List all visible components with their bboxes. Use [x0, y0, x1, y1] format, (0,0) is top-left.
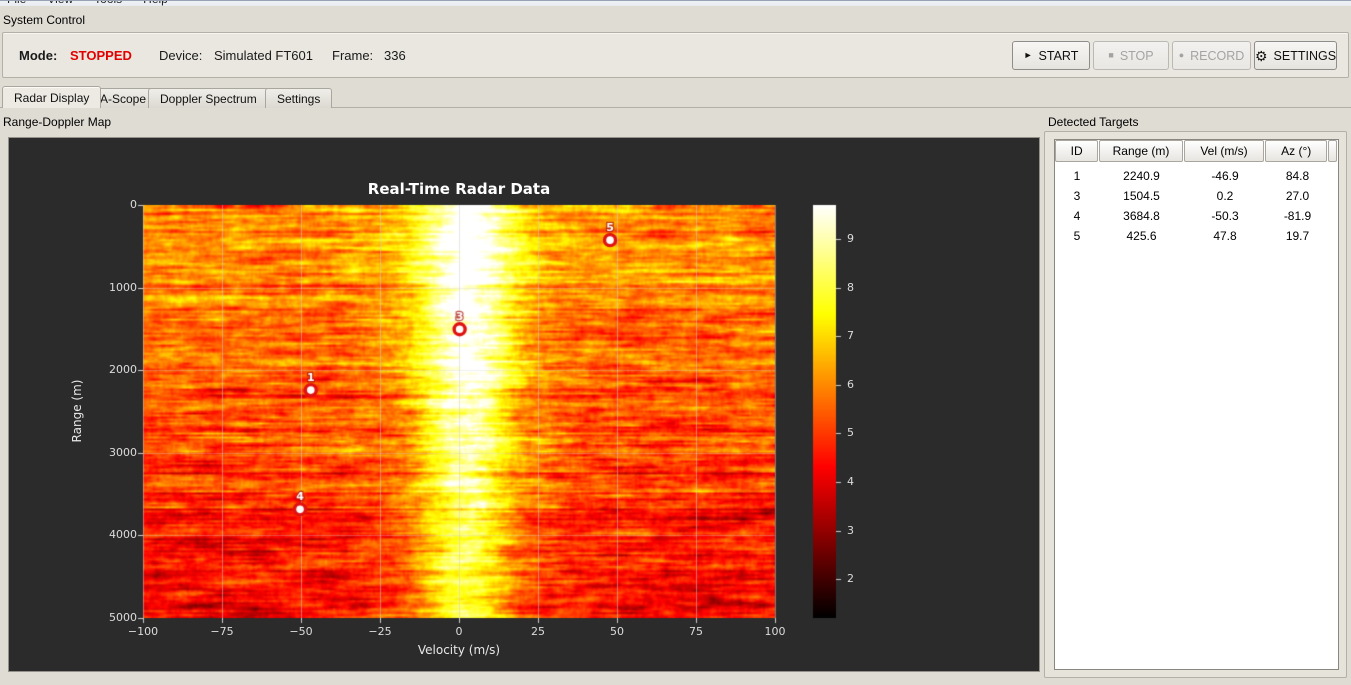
frame-label: Frame:: [332, 48, 374, 63]
cell: 4: [1073, 209, 1081, 223]
x-tick-label: −100: [127, 625, 159, 638]
cell: 27.0: [1285, 189, 1310, 203]
main-tabbar: Radar Display A-Scope Doppler Spectrum Sett…: [0, 86, 1351, 108]
settings-button[interactable]: ⚙ SETTINGS: [1254, 41, 1337, 70]
y-tick-label: 5000: [109, 611, 137, 624]
tab-doppler-spectrum[interactable]: Doppler Spectrum: [148, 88, 269, 108]
x-tick-label: −50: [289, 625, 313, 638]
x-tick-label: 25: [531, 625, 545, 638]
system-control-panel: Mode: STOPPED Device: Simulated FT601 Fr…: [2, 32, 1349, 78]
cell: 19.7: [1285, 229, 1310, 243]
cell: 84.8: [1285, 169, 1310, 183]
colorbar-tick-label: 6: [847, 377, 854, 391]
stop-button-label: STOP: [1119, 48, 1154, 63]
colorbar-tick-label: 9: [847, 232, 854, 245]
settings-button-label: SETTINGS: [1273, 48, 1337, 63]
menu-item-tools[interactable]: Tools: [94, 1, 122, 6]
table-row[interactable]: 4 3684.8 -50.3 -81.9: [1055, 206, 1338, 226]
column-header-vel[interactable]: Vel (m/s): [1183, 140, 1265, 162]
column-header-id[interactable]: ID: [1055, 140, 1099, 162]
cell: 1: [1073, 169, 1081, 183]
mode-label: Mode:: [19, 48, 58, 63]
cell: 3: [1073, 189, 1081, 203]
colorbar-tick-label: 5: [847, 426, 854, 440]
radar-figure-panel: Real-Time Radar Data Velocity (m/s) Rang…: [8, 137, 1040, 672]
start-button[interactable]: ► START: [1012, 41, 1090, 70]
record-button: ● RECORD: [1172, 41, 1251, 70]
column-header-filler[interactable]: [1328, 140, 1337, 162]
device-label: Device:: [159, 48, 203, 63]
plot-title: Real-Time Radar Data: [367, 180, 551, 198]
table-row[interactable]: 5 425.6 47.8 19.7: [1055, 226, 1338, 246]
radar-app-window: File View Tools Help System Control Mode: S…: [0, 0, 1351, 685]
column-header-range[interactable]: Range (m): [1099, 140, 1183, 162]
colorbar-tick-label: 8: [847, 280, 854, 294]
targets-table-header: ID Range (m) Vel (m/s) Az (°): [1055, 140, 1338, 162]
cell: -50.3: [1211, 209, 1239, 223]
device-value: Simulated FT601: [214, 48, 313, 63]
x-tick-label: −25: [368, 625, 392, 638]
mode-value: STOPPED: [70, 48, 132, 63]
tab-settings[interactable]: Settings: [265, 88, 333, 108]
x-tick-label: −75: [210, 625, 234, 638]
menu-bar: File View Tools Help: [0, 0, 1351, 6]
colorbar-tick-label: 3: [847, 523, 854, 537]
colorbar-tick-label: 4: [847, 474, 854, 488]
frame-value: 336: [384, 48, 406, 63]
play-icon: ►: [1023, 50, 1033, 60]
cell: -81.9: [1283, 209, 1312, 223]
stop-icon: ■: [1108, 50, 1114, 60]
range-doppler-group-label: Range-Doppler Map: [3, 115, 112, 129]
menu-item-help[interactable]: Help: [143, 1, 168, 6]
y-tick-label: 0: [130, 198, 137, 211]
start-button-label: START: [1038, 48, 1079, 63]
cell: 47.8: [1213, 229, 1237, 243]
record-icon: ●: [1178, 50, 1185, 60]
y-tick-label: 4000: [109, 528, 137, 542]
menu-item-view[interactable]: View: [47, 1, 73, 6]
range-doppler-heatmap[interactable]: [9, 138, 1039, 671]
system-control-group-label: System Control: [3, 13, 86, 27]
cell: 425.6: [1126, 229, 1157, 243]
cell: 1504.5: [1123, 189, 1160, 203]
detected-targets-group: ID Range (m) Vel (m/s) Az (°) 1 2240.9 -46.9 8…: [1044, 131, 1347, 678]
record-button-label: RECORD: [1190, 48, 1245, 63]
cell: 3684.8: [1123, 209, 1160, 223]
cell: 5: [1073, 229, 1081, 243]
cell: 2240.9: [1123, 169, 1160, 183]
y-tick-label: 2000: [109, 363, 137, 377]
menu-item-file[interactable]: File: [7, 1, 26, 6]
cell: 0.2: [1216, 189, 1234, 203]
table-row[interactable]: 1 2240.9 -46.9 84.8: [1055, 166, 1338, 186]
x-tick-label: 0: [455, 625, 463, 638]
x-tick-label: 100: [764, 625, 786, 638]
targets-table[interactable]: ID Range (m) Vel (m/s) Az (°) 1 2240.9 -46.9 8…: [1054, 139, 1339, 670]
colorbar-tick-label: 2: [847, 572, 854, 586]
y-tick-label: 3000: [109, 445, 137, 459]
menu-items: File View Tools Help: [7, 1, 189, 6]
colorbar-tick-label: 7: [847, 329, 854, 343]
detected-targets-group-label: Detected Targets: [1048, 115, 1139, 129]
gear-icon: ⚙: [1254, 47, 1268, 64]
y-axis-label: Range (m): [70, 379, 84, 443]
x-tick-label: 75: [689, 625, 703, 638]
cell: -46.9: [1211, 169, 1239, 183]
table-row[interactable]: 3 1504.5 0.2 27.0: [1055, 186, 1338, 206]
x-axis-label: Velocity (m/s): [417, 643, 501, 657]
tab-radar-display[interactable]: Radar Display: [2, 86, 102, 108]
column-header-az[interactable]: Az (°): [1265, 140, 1328, 162]
x-tick-label: 50: [610, 625, 624, 638]
stop-button: ■ STOP: [1093, 41, 1169, 70]
y-tick-label: 1000: [109, 280, 137, 294]
